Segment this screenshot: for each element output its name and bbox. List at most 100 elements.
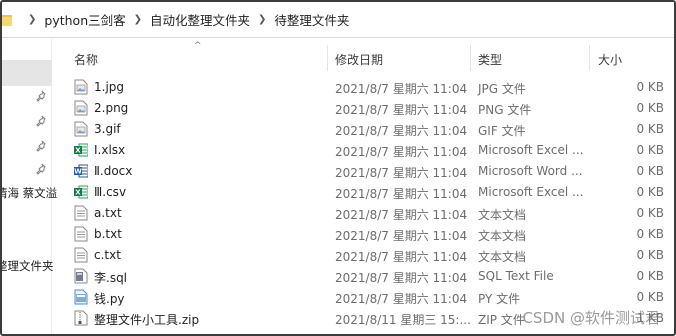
folder-icon bbox=[2, 14, 12, 26]
file-size: 0 KB bbox=[636, 227, 664, 241]
file-size: 0 KB bbox=[636, 80, 664, 94]
breadcrumb-automation-folder[interactable]: 自动化整理文件夹 bbox=[150, 10, 250, 29]
file-name: b.txt bbox=[94, 227, 122, 241]
column-header-size[interactable]: 大小 bbox=[598, 51, 622, 68]
chevron-right-icon[interactable]: ❯ bbox=[28, 14, 36, 25]
file-date: 2021/8/7 星期六 11:04 bbox=[335, 271, 468, 285]
address-bar[interactable]: ❯ python三剑客 ❯ 自动化整理文件夹 ❯ 待整理文件夹 bbox=[2, 2, 674, 38]
text-file-icon bbox=[74, 247, 88, 263]
file-type: 文本文档 bbox=[478, 229, 527, 243]
file-row[interactable]: W Ⅱ.docx 2021/8/7 星期六 11:04 Microsoft Word … bbox=[57, 161, 674, 182]
file-type: PNG 文件 bbox=[478, 103, 532, 117]
svg-text:W: W bbox=[74, 168, 82, 176]
file-size: 0 KB bbox=[636, 269, 664, 283]
image-file-icon bbox=[74, 121, 88, 137]
file-date: 2021/8/7 星期六 11:04 bbox=[335, 145, 468, 159]
file-name: 2.png bbox=[94, 101, 129, 115]
file-type: SQL Text File bbox=[478, 269, 554, 283]
pin-icon[interactable] bbox=[36, 115, 48, 127]
file-type: Microsoft Excel ... bbox=[478, 143, 584, 157]
file-date: 2021/8/7 星期六 11:04 bbox=[335, 124, 468, 138]
pin-icon[interactable] bbox=[36, 90, 48, 102]
file-date: 2021/8/7 星期六 11:04 bbox=[335, 166, 468, 180]
file-row[interactable]: b.txt 2021/8/7 星期六 11:04 文本文档 0 KB bbox=[57, 224, 674, 245]
image-file-icon bbox=[74, 100, 88, 116]
file-row[interactable]: 李.sql 2021/8/7 星期六 11:04 SQL Text File 0 KB bbox=[57, 266, 674, 287]
file-date: 2021/8/7 星期六 11:04 bbox=[335, 187, 468, 201]
file-date: 2021/8/7 星期六 11:04 bbox=[335, 103, 468, 117]
text-file-icon bbox=[74, 226, 88, 242]
file-type: GIF 文件 bbox=[478, 124, 526, 138]
file-size: 0 KB bbox=[636, 185, 664, 199]
file-row[interactable]: 3.gif 2021/8/7 星期六 11:04 GIF 文件 0 KB bbox=[57, 119, 674, 140]
file-name: 整理文件小工具.zip bbox=[94, 313, 200, 327]
file-date: 2021/8/7 星期六 11:04 bbox=[335, 82, 468, 96]
excel-file-icon: X bbox=[74, 184, 89, 200]
file-row[interactable]: 1.jpg 2021/8/7 星期六 11:04 JPG 文件 0 KB bbox=[57, 77, 674, 98]
file-name: 李.sql bbox=[94, 271, 128, 285]
image-file-icon bbox=[74, 79, 88, 95]
svg-text:X: X bbox=[75, 189, 81, 197]
file-size: 0 KB bbox=[636, 206, 664, 220]
file-date: 2021/8/11 星期三 15:... bbox=[335, 313, 471, 327]
file-type: ZIP 文件 bbox=[478, 313, 525, 327]
file-row[interactable]: X Ⅲ.csv 2021/8/7 星期六 11:04 Microsoft Excel … bbox=[57, 182, 674, 203]
column-divider[interactable] bbox=[327, 45, 328, 71]
file-row[interactable]: X Ⅰ.xlsx 2021/8/7 星期六 11:04 Microsoft Excel… bbox=[57, 140, 674, 161]
column-header-name[interactable]: 名称 bbox=[74, 51, 98, 68]
file-date: 2021/8/7 星期六 11:04 bbox=[335, 229, 468, 243]
file-type: Microsoft Excel ... bbox=[478, 185, 584, 199]
file-date: 2021/8/7 星期六 11:04 bbox=[335, 208, 468, 222]
breadcrumb-current-folder[interactable]: 待整理文件夹 bbox=[274, 10, 349, 29]
pin-icon[interactable] bbox=[36, 163, 48, 175]
navigation-pane: 情海 蔡文溢 整理文件夹 bbox=[2, 39, 57, 334]
column-divider[interactable] bbox=[589, 45, 590, 71]
file-row[interactable]: c.txt 2021/8/7 星期六 11:04 文本文档 0 KB bbox=[57, 245, 674, 266]
file-size: 0 KB bbox=[636, 143, 664, 157]
file-type: 文本文档 bbox=[478, 250, 527, 264]
nav-item-partial[interactable]: 整理文件夹 bbox=[2, 258, 54, 274]
file-size: 0 KB bbox=[636, 122, 664, 136]
file-name: 3.gif bbox=[94, 122, 121, 136]
file-list: 1.jpg 2021/8/7 星期六 11:04 JPG 文件 0 KB 2.png 20… bbox=[57, 77, 674, 329]
file-type: Microsoft Word ... bbox=[478, 164, 583, 178]
sort-ascending-icon: ^ bbox=[194, 41, 202, 51]
file-type: PY 文件 bbox=[478, 292, 521, 306]
chevron-right-icon[interactable]: ❯ bbox=[258, 14, 266, 25]
file-size: 0 KB bbox=[636, 248, 664, 262]
word-file-icon: W bbox=[74, 163, 89, 179]
file-name: Ⅰ.xlsx bbox=[94, 143, 126, 157]
nav-selected-item[interactable] bbox=[2, 60, 52, 86]
explorer-window: ❯ python三剑客 ❯ 自动化整理文件夹 ❯ 待整理文件夹 情海 蔡文溢 整… bbox=[0, 0, 676, 336]
zip-file-icon bbox=[74, 310, 88, 326]
file-name: 1.jpg bbox=[94, 80, 125, 94]
file-name: Ⅲ.csv bbox=[94, 185, 127, 199]
nav-item-partial[interactable]: 情海 蔡文溢 bbox=[2, 185, 57, 201]
file-name: Ⅱ.docx bbox=[94, 164, 133, 178]
python-file-icon bbox=[74, 289, 88, 305]
file-row[interactable]: a.txt 2021/8/7 星期六 11:04 文本文档 0 KB bbox=[57, 203, 674, 224]
breadcrumb-python[interactable]: python三剑客 bbox=[44, 10, 125, 29]
column-header-row: ^ 名称 修改日期 类型 大小 bbox=[57, 39, 674, 75]
file-date: 2021/8/7 星期六 11:04 bbox=[335, 250, 468, 264]
watermark: CSDN @软件测试君 bbox=[522, 309, 660, 327]
sql-file-icon bbox=[74, 268, 88, 284]
chevron-right-icon[interactable]: ❯ bbox=[134, 14, 142, 25]
file-date: 2021/8/7 星期六 11:04 bbox=[335, 292, 468, 306]
pin-icon[interactable] bbox=[36, 140, 48, 152]
column-header-type[interactable]: 类型 bbox=[478, 51, 502, 68]
file-name: a.txt bbox=[94, 206, 122, 220]
file-name: 钱.py bbox=[94, 292, 125, 306]
svg-text:X: X bbox=[75, 147, 81, 155]
file-row[interactable]: 2.png 2021/8/7 星期六 11:04 PNG 文件 0 KB bbox=[57, 98, 674, 119]
file-name: c.txt bbox=[94, 248, 121, 262]
file-size: 0 KB bbox=[636, 290, 664, 304]
excel-file-icon: X bbox=[74, 142, 89, 158]
text-file-icon bbox=[74, 205, 88, 221]
column-divider[interactable] bbox=[470, 45, 471, 71]
file-size: 0 KB bbox=[636, 164, 664, 178]
file-size: 0 KB bbox=[636, 101, 664, 115]
file-row[interactable]: 钱.py 2021/8/7 星期六 11:04 PY 文件 0 KB bbox=[57, 287, 674, 308]
column-header-date[interactable]: 修改日期 bbox=[335, 51, 383, 68]
file-type: 文本文档 bbox=[478, 208, 527, 222]
